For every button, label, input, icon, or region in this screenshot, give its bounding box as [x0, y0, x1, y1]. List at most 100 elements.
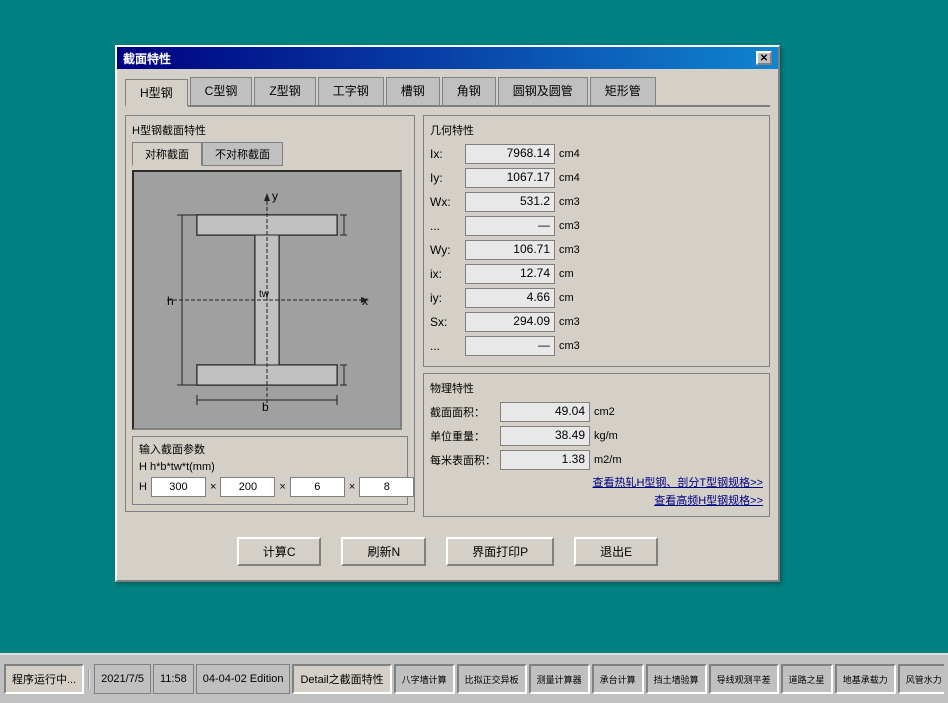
param-row: H × × × — [139, 477, 401, 497]
modal-titlebar: 截面特性 ✕ — [117, 47, 778, 69]
prop-surface: 每米表面积： 1.38 m2/m — [430, 450, 763, 470]
prop-sx-label: Sx: — [430, 315, 465, 329]
taskbar-icon-1[interactable]: 比拟正交异板 — [457, 664, 527, 694]
prop-iy-unit: cm4 — [559, 172, 594, 184]
param-t-input[interactable] — [359, 477, 414, 497]
prop-ix: Ix: 7968.14 cm4 — [430, 144, 763, 164]
sub-tab-symmetric[interactable]: 对称截面 — [132, 142, 202, 166]
prop-ix-label: Ix: — [430, 147, 465, 161]
tab-angle-steel[interactable]: 角钢 — [442, 77, 496, 105]
spec-link-1[interactable]: 查看热轧H型钢、剖分T型钢规格>> — [430, 474, 763, 490]
modal-dialog: 截面特性 ✕ H型钢 C型钢 Z型钢 工字钢 槽钢 角钢 圆钢及圆管 矩形管 — [115, 45, 780, 582]
taskbar-app-item[interactable]: Detail之截面特性 — [292, 664, 391, 694]
left-panel: H型钢截面特性 对称截面 不对称截面 — [125, 115, 415, 523]
modal-body: H型钢截面特性 对称截面 不对称截面 — [125, 115, 770, 523]
prop-ix-value: 7968.14 — [465, 144, 555, 164]
prop-surface-unit: m2/m — [594, 454, 629, 466]
prop-dots2-unit: cm3 — [559, 340, 594, 352]
prop-iyr: iy: 4.66 cm — [430, 288, 763, 308]
sub-tab-asymmetric[interactable]: 不对称截面 — [202, 142, 283, 166]
prop-dots1-unit: cm3 — [559, 220, 594, 232]
taskbar-icon-5[interactable]: 导线观测平差 — [709, 664, 779, 694]
h-beam-svg: y x — [147, 185, 387, 415]
calc-button[interactable]: 计算C — [237, 537, 322, 566]
close-icon[interactable]: ✕ — [756, 51, 772, 65]
prop-wx: Wx: 531.2 cm3 — [430, 192, 763, 212]
taskbar-program-label: 程序运行中... — [12, 671, 76, 687]
prop-iy-label: Iy: — [430, 171, 465, 185]
prop-wx-value: 531.2 — [465, 192, 555, 212]
prop-iy-value: 1067.17 — [465, 168, 555, 188]
taskbar-edition-label: 04-04-02 Edition — [203, 673, 284, 685]
prop-wy: Wy: 106.71 cm3 — [430, 240, 763, 260]
phys-props-box: 物理特性 截面面积： 49.04 cm2 单位重量： 38.49 kg/m — [423, 373, 770, 517]
taskbar-date: 2021/7/5 — [101, 673, 144, 685]
prop-dots1: ... — cm3 — [430, 216, 763, 236]
prop-dots2-value: — — [465, 336, 555, 356]
prop-wx-label: Wx: — [430, 195, 465, 209]
print-button[interactable]: 界面打印P — [446, 537, 554, 566]
taskbar-program-item[interactable]: 程序运行中... — [4, 664, 84, 694]
prop-area: 截面面积： 49.04 cm2 — [430, 402, 763, 422]
taskbar-icon-8[interactable]: 风管水力 — [898, 664, 944, 694]
prop-area-label: 截面面积： — [430, 404, 500, 420]
modal-content: H型钢 C型钢 Z型钢 工字钢 槽钢 角钢 圆钢及圆管 矩形管 H型钢截面特性 — [117, 69, 778, 580]
prop-area-unit: cm2 — [594, 406, 629, 418]
svg-text:h: h — [167, 294, 174, 308]
refresh-button[interactable]: 刷新N — [341, 537, 426, 566]
tab-i-steel[interactable]: 工字钢 — [318, 77, 384, 105]
svg-text:b: b — [262, 400, 269, 414]
prop-sx-unit: cm3 — [559, 316, 594, 328]
svg-text:y: y — [272, 189, 278, 203]
input-params-box: 输入截面参数 H h*b*tw*t(mm) H × × × — [132, 436, 408, 505]
prop-weight-value: 38.49 — [500, 426, 590, 446]
input-section-subtitle: H h*b*tw*t(mm) — [139, 461, 401, 473]
taskbar-icon-2[interactable]: 测量计算器 — [529, 664, 590, 694]
tab-c-steel[interactable]: C型钢 — [190, 77, 253, 105]
phys-props-title: 物理特性 — [430, 380, 763, 396]
taskbar-icon-0[interactable]: 八字墙计算 — [394, 664, 455, 694]
prop-weight: 单位重量： 38.49 kg/m — [430, 426, 763, 446]
tab-round-steel[interactable]: 圆钢及圆管 — [498, 77, 588, 105]
taskbar-time-display: 11:58 — [160, 673, 187, 685]
tab-rect-tube[interactable]: 矩形管 — [590, 77, 656, 105]
taskbar-separator-1 — [88, 669, 90, 689]
prop-ixr-value: 12.74 — [465, 264, 555, 284]
prop-dots2-label: ... — [430, 339, 465, 353]
modal-footer: 计算C 刷新N 界面打印P 退出E — [125, 531, 770, 572]
h-steel-section-box: H型钢截面特性 对称截面 不对称截面 — [125, 115, 415, 512]
tab-h-steel[interactable]: H型钢 — [125, 79, 188, 107]
section-title: H型钢截面特性 — [132, 122, 408, 138]
taskbar-icon-7[interactable]: 地基承载力 — [835, 664, 896, 694]
taskbar-app-label: Detail之截面特性 — [300, 671, 383, 687]
prop-ixr-unit: cm — [559, 268, 594, 280]
taskbar-icon-4[interactable]: 挡土墙验算 — [646, 664, 707, 694]
sub-tab-bar: 对称截面 不对称截面 — [132, 142, 408, 166]
param-b-input[interactable] — [220, 477, 275, 497]
param-tw-input[interactable] — [290, 477, 345, 497]
geo-props-box: 几何特性 Ix: 7968.14 cm4 Iy: 1067.17 cm4 — [423, 115, 770, 367]
exit-button[interactable]: 退出E — [574, 537, 658, 566]
prop-sx-value: 294.09 — [465, 312, 555, 332]
param-h-input[interactable] — [151, 477, 206, 497]
prop-area-value: 49.04 — [500, 402, 590, 422]
times-3: × — [349, 481, 355, 493]
taskbar-edition: 04-04-02 Edition — [196, 664, 291, 694]
input-section-title: 输入截面参数 — [139, 441, 401, 457]
taskbar-icon-6[interactable]: 道路之星 — [781, 664, 833, 694]
prop-wy-unit: cm3 — [559, 244, 594, 256]
param-h-label: H — [139, 481, 147, 493]
prop-iyr-unit: cm — [559, 292, 594, 304]
tab-z-steel[interactable]: Z型钢 — [254, 77, 315, 105]
prop-sx: Sx: 294.09 cm3 — [430, 312, 763, 332]
svg-text:tw: tw — [259, 289, 270, 300]
prop-ixr: ix: 12.74 cm — [430, 264, 763, 284]
prop-wx-unit: cm3 — [559, 196, 594, 208]
taskbar-datetime: 2021/7/5 — [94, 664, 151, 694]
prop-dots2: ... — cm3 — [430, 336, 763, 356]
times-1: × — [210, 481, 216, 493]
desktop: 截面特性 ✕ H型钢 C型钢 Z型钢 工字钢 槽钢 角钢 圆钢及圆管 矩形管 — [0, 0, 948, 703]
tab-channel-steel[interactable]: 槽钢 — [386, 77, 440, 105]
spec-link-2[interactable]: 查看高频H型钢规格>> — [430, 492, 763, 508]
taskbar-icon-3[interactable]: 承台计算 — [592, 664, 644, 694]
